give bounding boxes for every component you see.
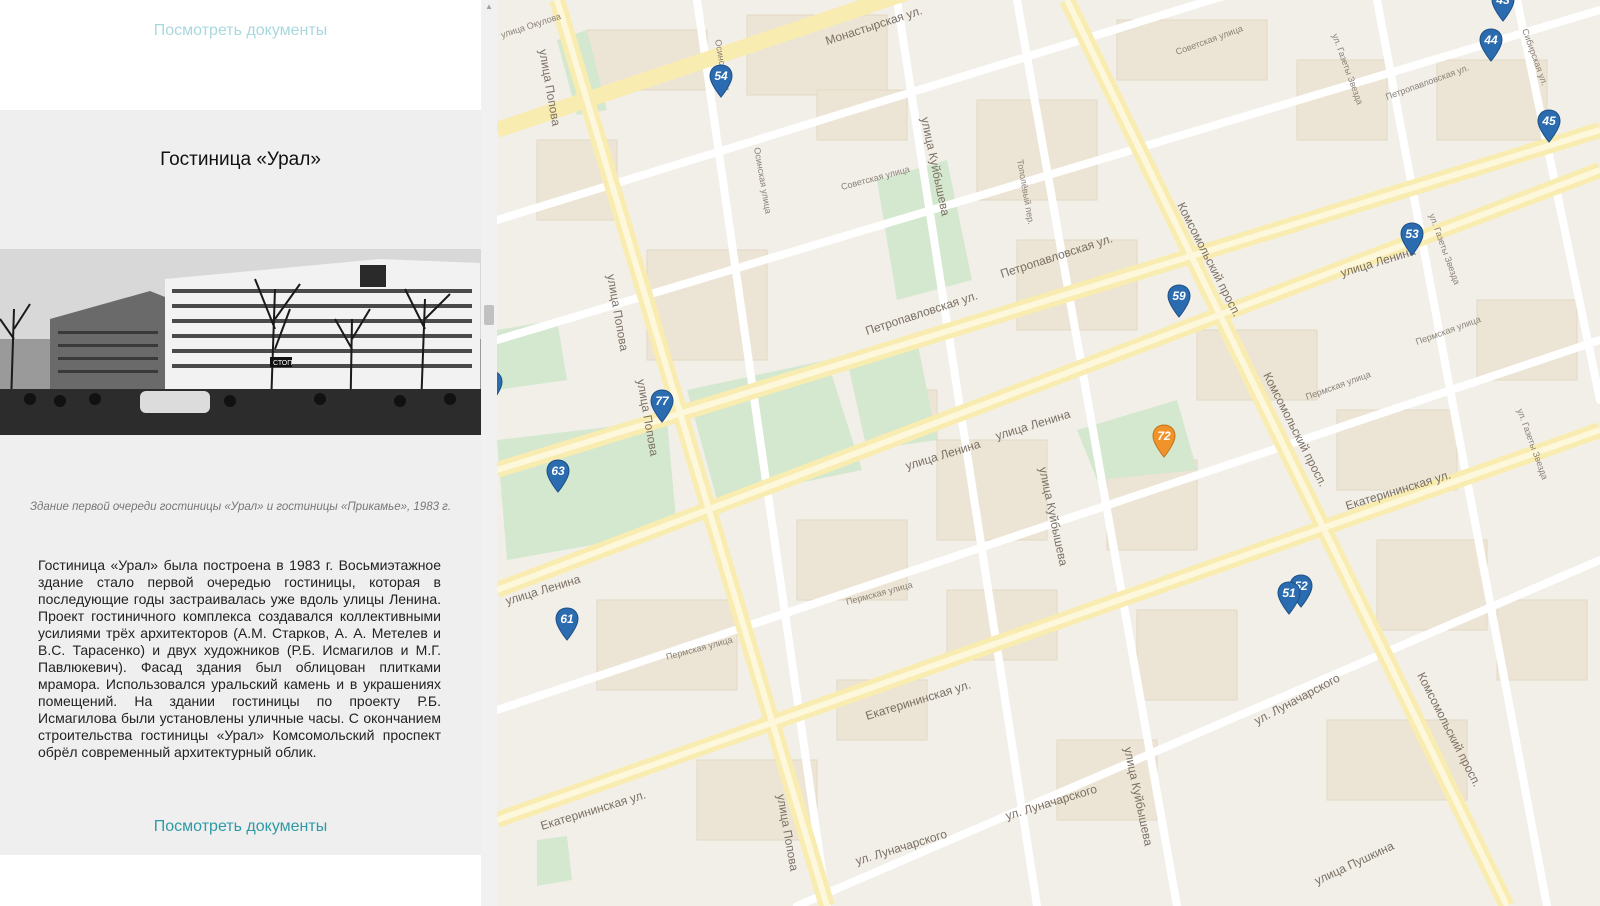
map-marker-partial[interactable] [497, 370, 503, 404]
info-panel: Посмотреть документы Гостиница «Урал» СТ… [0, 0, 481, 906]
next-card [0, 855, 481, 906]
map-marker[interactable]: 54 [709, 64, 733, 98]
map-marker[interactable]: 77 [650, 389, 674, 423]
marker-number: 61 [560, 612, 574, 626]
view-documents-link[interactable]: Посмотреть документы [0, 818, 481, 836]
marker-number: 53 [1405, 227, 1419, 241]
marker-number: 72 [1157, 429, 1171, 443]
previous-card: Посмотреть документы [0, 0, 481, 110]
marker-number: 43 [1496, 0, 1510, 7]
map-marker[interactable]: 44 [1479, 28, 1503, 62]
view-documents-link-previous[interactable]: Посмотреть документы [0, 22, 481, 40]
marker-number: 59 [1172, 289, 1186, 303]
map-marker-active[interactable]: 72 [1152, 424, 1176, 458]
map-marker[interactable]: 43 [1491, 0, 1515, 22]
card-title: Гостиница «Урал» [160, 149, 321, 170]
map-marker[interactable]: 63 [546, 459, 570, 493]
card-description: Гостиница «Урал» была построена в 1983 г… [38, 557, 441, 760]
marker-number: 63 [551, 464, 565, 478]
hotel-photo: СТОП [0, 249, 481, 435]
map-marker[interactable]: 53 [1400, 222, 1424, 256]
map-marker[interactable]: 45 [1537, 109, 1561, 143]
marker-number: 51 [1282, 586, 1296, 600]
marker-number: 45 [1542, 114, 1556, 128]
marker-pin-icon [497, 372, 503, 396]
marker-number: 54 [714, 69, 728, 83]
map-marker[interactable]: 51 [1277, 581, 1301, 615]
map-marker[interactable]: 59 [1167, 284, 1191, 318]
scrollbar-thumb[interactable] [484, 305, 494, 325]
map-view[interactable]: Монастырская ул. улица Окулова улица Поп… [497, 0, 1600, 906]
map-marker[interactable]: 61 [555, 607, 579, 641]
stop-sign-text: СТОП [273, 360, 292, 367]
map-canvas[interactable]: Монастырская ул. улица Окулова улица Поп… [497, 0, 1600, 906]
scroll-up-arrow-icon[interactable]: ▲ [481, 0, 497, 14]
panel-scrollbar[interactable]: ▲ [481, 0, 497, 906]
marker-number: 77 [655, 394, 669, 408]
object-card: Гостиница «Урал» СТОП Здание первой очер… [0, 110, 481, 855]
marker-number: 44 [1484, 33, 1498, 47]
photo-caption: Здание первой очереди гостиницы «Урал» и… [29, 501, 452, 513]
